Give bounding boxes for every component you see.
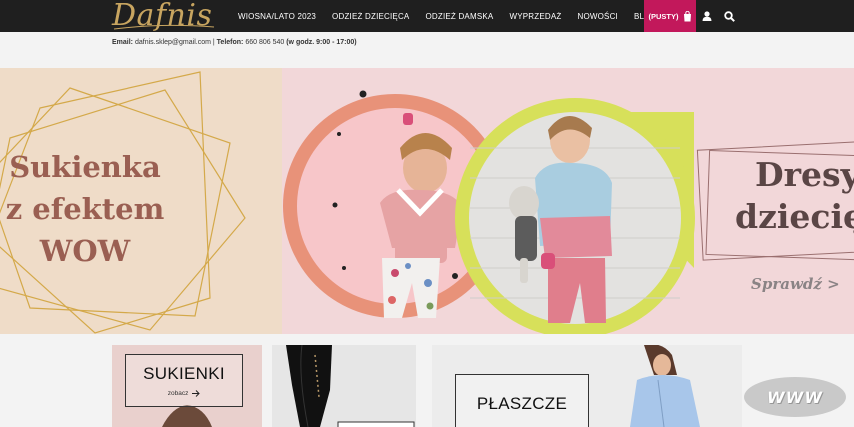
category-tile-dresses[interactable]: SUKIENKI zobacz (112, 345, 262, 427)
opening-hours: (w godz. 9:00 - 17:00) (286, 39, 357, 46)
account-button[interactable] (699, 8, 715, 24)
phone-label: Telefon: (216, 39, 244, 46)
contact-info: Email: dafnis.sklep@gmail.com | Telefon:… (112, 39, 357, 46)
hero-left-title: Sukienka z efektem WOW (0, 146, 170, 272)
dot-decoration (332, 202, 338, 208)
dot-decoration (359, 90, 367, 98)
hero-left-title-line: z efektem (5, 192, 165, 226)
www-badge-text: WWW (767, 387, 823, 407)
hero-banner[interactable]: Sukienka z efektem WOW Dresy dziecięce S… (0, 68, 854, 334)
category-label-box: SUKIENKI zobacz (125, 354, 243, 407)
category-title: PŁASZCZE (476, 394, 568, 413)
hero-right-title-line: Dresy (755, 155, 854, 194)
leggings-photo (286, 345, 415, 427)
hero-cta-link[interactable]: Sprawdź > (751, 275, 840, 293)
www-badge: WWW (744, 377, 846, 417)
user-icon (702, 11, 712, 21)
phone-link[interactable]: 660 806 540 (245, 39, 284, 46)
category-tile-leggings[interactable] (272, 345, 416, 427)
cart-icon (683, 10, 691, 21)
category-see-link[interactable]: zobacz (126, 390, 242, 397)
top-navigation-bar: Dafnis WIOSNA/LATO 2023 ODZIEŻ DZIECIĘCA… (0, 0, 854, 33)
see-label: zobacz (167, 390, 189, 398)
nav-item-sale[interactable]: WYPRZEDAŻ (509, 12, 561, 21)
main-menu: WIOSNA/LATO 2023 ODZIEŻ DZIECIĘCA ODZIEŻ… (238, 0, 657, 32)
category-label-box: PŁASZCZE (455, 374, 589, 427)
arrow-right-icon (192, 390, 200, 397)
dot-decoration (342, 266, 346, 270)
nav-item-kids-clothing[interactable]: ODZIEŻ DZIECIĘCA (332, 12, 409, 21)
cart-label: (PUSTY) (648, 11, 679, 21)
contact-separator: | (212, 39, 215, 46)
logo-swoosh-icon (113, 24, 215, 30)
search-button[interactable] (721, 8, 737, 24)
category-tile-coats[interactable]: PŁASZCZE (432, 345, 742, 427)
nav-item-women-clothing[interactable]: ODZIEŻ DAMSKA (425, 12, 493, 21)
cart-button[interactable]: (PUSTY) (644, 0, 696, 32)
email-label: Email: (112, 39, 134, 46)
hero-left-title-line: Sukienka (9, 150, 161, 184)
dot-decoration (452, 273, 458, 279)
category-title: SUKIENKI (143, 364, 225, 383)
hero-right-title: Dresy dziecięce (735, 154, 854, 238)
nav-item-spring-summer[interactable]: WIOSNA/LATO 2023 (238, 12, 316, 21)
dot-decoration (337, 132, 341, 136)
email-link[interactable]: dafnis.sklep@gmail.com (135, 39, 211, 46)
hero-left-title-line: WOW (39, 234, 131, 268)
search-icon (723, 10, 735, 22)
hero-right-title-line: dziecięce (735, 197, 854, 236)
nav-item-new[interactable]: NOWOŚCI (577, 12, 618, 21)
